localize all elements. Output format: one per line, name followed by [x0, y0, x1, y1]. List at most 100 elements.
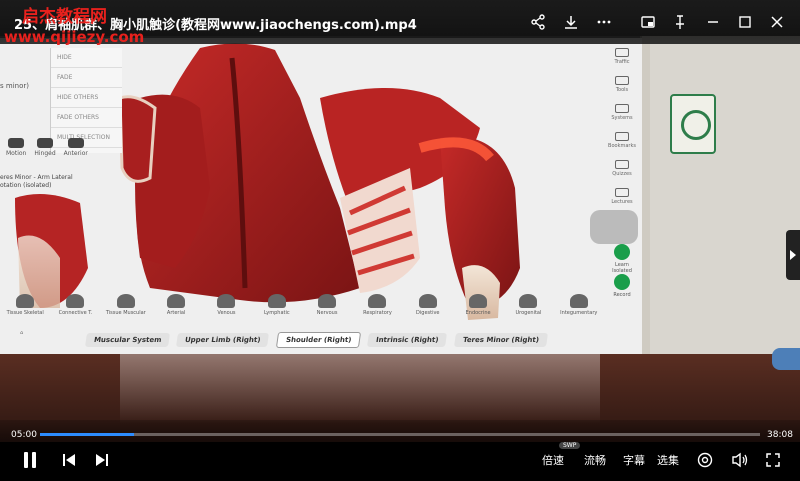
muscular-icon	[116, 294, 135, 308]
system-tool[interactable]: Tissue Muscular	[103, 294, 149, 328]
system-tool[interactable]: Arterial	[153, 294, 199, 328]
breadcrumb: Muscular System Upper Limb (Right) Shoul…	[0, 330, 642, 350]
structure-label: s minor)	[0, 82, 29, 90]
system-tool-label: Endocrine	[465, 310, 491, 316]
fullscreen-icon[interactable]	[765, 450, 781, 470]
system-tool[interactable]: Urogenital	[505, 294, 551, 328]
learn-button[interactable]	[614, 244, 630, 260]
view-tools: Motion Hinged Anterior	[0, 138, 110, 172]
digestive-icon	[418, 294, 437, 308]
system-tool[interactable]: Digestive	[405, 294, 451, 328]
pin-icon[interactable]	[670, 12, 690, 32]
breadcrumb-item[interactable]: Intrinsic (Right)	[367, 333, 448, 347]
system-tool[interactable]: Lymphatic	[254, 294, 300, 328]
menu-item-fade[interactable]: FADE	[51, 68, 122, 88]
traffic-icon	[615, 48, 629, 57]
danmaku-icon[interactable]	[697, 450, 713, 470]
quiz-icon	[615, 160, 629, 169]
subtitle-button[interactable]: 字幕	[623, 450, 645, 470]
menu-item-hide-others[interactable]: HIDE OTHERS	[51, 88, 122, 108]
right-tool-label: Bookmarks	[608, 143, 636, 149]
right-toolbar: Traffic Tools Systems Bookmarks Quizzes …	[604, 48, 640, 348]
systems-icon	[615, 104, 629, 113]
integumentary-icon	[569, 294, 588, 308]
menu-item-hide[interactable]: HIDE	[51, 48, 122, 68]
tool-label: Hinged	[34, 150, 56, 157]
minimize-icon[interactable]	[703, 12, 723, 32]
tool-label: Anterior	[63, 150, 88, 157]
respiratory-icon	[368, 294, 387, 308]
share-icon[interactable]	[528, 12, 548, 32]
close-icon[interactable]	[767, 12, 787, 32]
info-line: eres Minor - Arm Lateral	[0, 174, 73, 181]
tool-hinged[interactable]: Hinged	[34, 138, 56, 172]
menu-item-fade-others[interactable]: FADE OTHERS	[51, 108, 122, 128]
system-tool[interactable]: Connective T.	[52, 294, 98, 328]
system-tool[interactable]: Nervous	[304, 294, 350, 328]
maximize-icon[interactable]	[735, 12, 755, 32]
volume-icon[interactable]	[731, 450, 749, 470]
system-tool[interactable]: Respiratory	[354, 294, 400, 328]
projected-app-screen: s minor) HIDE FADE HIDE OTHERS FADE OTHE…	[0, 38, 642, 358]
watermark-text: 启杰教程网	[22, 7, 107, 27]
connective-icon	[66, 294, 85, 308]
download-icon[interactable]	[561, 12, 581, 32]
tool-motion[interactable]: Motion	[6, 138, 26, 172]
episodes-button[interactable]: 选集	[657, 450, 679, 470]
more-icon[interactable]	[594, 12, 614, 32]
info-line: otation (isolated)	[0, 182, 52, 189]
pause-icon[interactable]	[22, 450, 38, 470]
system-tool[interactable]: Integumentary	[556, 294, 602, 328]
system-tool-label: Respiratory	[363, 310, 392, 316]
breadcrumb-item-active[interactable]: Shoulder (Right)	[275, 332, 362, 348]
speed-button[interactable]: 倍速	[542, 450, 564, 470]
right-tool[interactable]: Quizzes	[604, 160, 640, 184]
room-wall	[650, 36, 800, 366]
urogenital-icon	[519, 294, 538, 308]
system-tool-label: Urogenital	[515, 310, 542, 316]
progress-fill	[40, 433, 135, 436]
watermark-url: www.qijiezy.com	[4, 28, 145, 46]
video-frame[interactable]: s minor) HIDE FADE HIDE OTHERS FADE OTHE…	[0, 36, 800, 442]
side-panel-toggle[interactable]	[786, 230, 800, 280]
arterial-icon	[167, 294, 186, 308]
system-tool[interactable]: Venous	[203, 294, 249, 328]
breadcrumb-item[interactable]: Teres Minor (Right)	[453, 333, 548, 347]
swp-badge: SWP	[559, 442, 581, 449]
pip-icon[interactable]	[638, 12, 658, 32]
right-tool-label: Quizzes	[612, 171, 632, 177]
system-tool[interactable]: Endocrine	[455, 294, 501, 328]
next-icon[interactable]	[95, 450, 109, 470]
progress-bar[interactable]	[40, 433, 760, 436]
right-tool[interactable]: Lectures	[604, 188, 640, 212]
rotate-knob[interactable]	[590, 210, 638, 244]
skeletal-icon	[16, 294, 35, 308]
breadcrumb-item[interactable]: Muscular System	[85, 333, 171, 347]
system-tool[interactable]: Tissue Skeletal	[2, 294, 48, 328]
nervous-icon	[318, 294, 337, 308]
tool-anterior[interactable]: Anterior	[64, 138, 88, 172]
learn-label: Learn Isolated	[612, 262, 632, 274]
right-tool-label: Tools	[615, 87, 629, 93]
venous-icon	[217, 294, 236, 308]
endocrine-icon	[469, 294, 488, 308]
wall-logo	[670, 94, 716, 154]
system-tool-label: Digestive	[416, 310, 440, 316]
right-tool-label: Systems	[611, 115, 633, 121]
quality-button[interactable]: 流畅	[584, 450, 606, 470]
bookmark-icon	[615, 132, 629, 141]
right-tool[interactable]: Traffic	[604, 48, 640, 72]
system-tool-label: Lymphatic	[263, 310, 290, 316]
right-tool[interactable]: Tools	[604, 76, 640, 100]
lecture-icon	[615, 188, 629, 197]
record-button[interactable]	[614, 274, 630, 290]
system-toolbar: Tissue Skeletal Connective T. Tissue Mus…	[0, 294, 604, 328]
total-time: 38:08	[767, 430, 793, 440]
breadcrumb-item[interactable]: Upper Limb (Right)	[176, 333, 270, 347]
system-tool-label: Nervous	[316, 310, 338, 316]
system-tool-label: Connective T.	[58, 310, 93, 316]
tools-icon	[615, 76, 629, 85]
previous-icon[interactable]	[62, 450, 76, 470]
right-tool[interactable]: Systems	[604, 104, 640, 128]
right-tool[interactable]: Bookmarks	[604, 132, 640, 156]
